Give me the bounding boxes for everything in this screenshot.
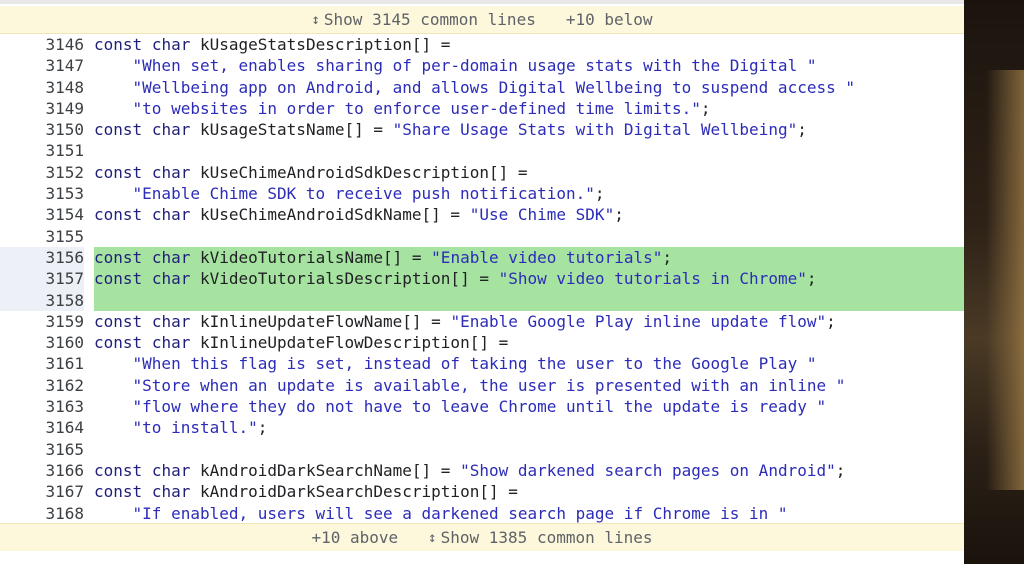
line-number: 3157: [0, 268, 84, 290]
line-number: 3156: [0, 246, 84, 269]
code-text: "When this flag is set, instead of takin…: [132, 354, 817, 374]
line-number: 3162: [45, 375, 84, 395]
line-number: 3165: [45, 439, 84, 459]
line-number: 3146: [45, 35, 84, 54]
code-line: 3161 "When this flag is set, instead of …: [0, 353, 964, 374]
code-line: 3165: [0, 439, 964, 460]
added-code-line: 3157 const char kVideoTutorialsDescriptio…: [0, 268, 964, 290]
divider: [0, 0, 964, 4]
line-number: 3155: [45, 226, 84, 246]
code-line: 3168 "If enabled, users will see a darke…: [0, 503, 964, 524]
code-line: 3167 const char kAndroidDarkSearchDescrip…: [0, 481, 964, 502]
line-number: 3168: [45, 503, 84, 523]
code-text: "If enabled, users will see a darkened s…: [132, 503, 788, 523]
show-common-lines-button[interactable]: ↕ Show 3145 common lines: [311, 10, 535, 29]
line-number: 3163: [45, 397, 84, 417]
line-number: 3154: [45, 205, 84, 225]
code-line: 3147 "When set, enables sharing of per-d…: [0, 55, 964, 76]
line-number: 3153: [45, 184, 84, 204]
added-code-line: 3158: [0, 289, 964, 311]
code-text: const char kUseChimeAndroidSdkDescriptio…: [94, 162, 528, 182]
code-text: "flow where they do not have to leave Ch…: [132, 397, 827, 417]
background-glow: [986, 70, 1024, 490]
line-number: 3148: [45, 77, 84, 97]
code-text: const char kUsageStatsDescription[] =: [94, 35, 451, 54]
code-text: "When set, enables sharing of per-domain…: [132, 56, 817, 76]
code-line: 3154 const char kUseChimeAndroidSdkName[]…: [0, 204, 964, 225]
line-number: 3161: [45, 354, 84, 374]
line-number: 3167: [45, 482, 84, 502]
show-common-lines-button-bottom[interactable]: ↕ Show 1385 common lines: [428, 528, 652, 547]
code-text: [94, 289, 964, 311]
code-text: const char kAndroidDarkSearchDescription…: [94, 482, 518, 502]
code-text: const char kVideoTutorialsDescription[] …: [94, 268, 964, 290]
added-code-line: 3156 const char kVideoTutorialsName[] = "…: [0, 246, 964, 269]
code-line: 3148 "Wellbeing app on Android, and allo…: [0, 77, 964, 98]
code-text: const char kInlineUpdateFlowDescription[…: [94, 333, 509, 353]
expand-bar-bottom: +10 above ↕ Show 1385 common lines: [0, 523, 964, 551]
line-number: 3151: [45, 141, 84, 161]
code-line: 3162 "Store when an update is available,…: [0, 375, 964, 396]
line-number: 3152: [45, 162, 84, 182]
expand-below-button[interactable]: +10 below: [566, 10, 653, 29]
code-line: 3152 const char kUseChimeAndroidSdkDescri…: [0, 162, 964, 183]
code-text: const char kUseChimeAndroidSdkName[] = "…: [94, 205, 624, 225]
expand-below-label: +10 below: [565, 10, 653, 29]
line-number: 3150: [45, 120, 84, 140]
code-text: "to websites in order to enforce user-de…: [132, 98, 711, 118]
line-number: 3159: [45, 311, 84, 331]
code-line: 3153 "Enable Chime SDK to receive push n…: [0, 183, 964, 204]
code-text: const char kVideoTutorialsName[] = "Enab…: [94, 246, 964, 269]
code-text: "Wellbeing app on Android, and allows Di…: [132, 77, 855, 97]
code-line: 3149 "to websites in order to enforce us…: [0, 98, 964, 119]
expand-above-label: +10 above: [311, 528, 399, 547]
code-text: const char kAndroidDarkSearchName[] = "S…: [94, 460, 846, 480]
code-line: 3155: [0, 226, 964, 247]
code-text: const char kUsageStatsName[] = "Share Us…: [94, 120, 807, 140]
unfold-icon: ↕: [428, 529, 437, 546]
code-line: 3160 const char kInlineUpdateFlowDescript…: [0, 332, 964, 353]
background-photo: [964, 0, 1024, 564]
code-text: "Store when an update is available, the …: [132, 375, 846, 395]
unfold-icon: ↕: [311, 11, 320, 28]
code-line: 3166 const char kAndroidDarkSearchName[] …: [0, 460, 964, 481]
code-line: 3159 const char kInlineUpdateFlowName[] =…: [0, 311, 964, 332]
line-number: 3149: [45, 98, 84, 118]
code-text: "Enable Chime SDK to receive push notifi…: [132, 184, 605, 204]
line-number: 3164: [45, 418, 84, 438]
line-number: 3160: [45, 333, 84, 353]
code-text: const char kInlineUpdateFlowName[] = "En…: [94, 311, 836, 331]
code-line: 3146 const char kUsageStatsDescription[] …: [0, 34, 964, 55]
code-line: 3163 "flow where they do not have to lea…: [0, 396, 964, 417]
code-lines: 3146 const char kUsageStatsDescription[] …: [0, 34, 964, 524]
line-number: 3147: [45, 56, 84, 76]
diff-viewer: ↕ Show 3145 common lines +10 below 3146 c…: [0, 0, 964, 564]
expand-bar-top: ↕ Show 3145 common lines +10 below: [0, 6, 964, 34]
expand-above-button[interactable]: +10 above: [311, 528, 398, 547]
show-common-lines-label-bottom: Show 1385 common lines: [440, 528, 653, 547]
show-common-lines-label: Show 3145 common lines: [323, 10, 536, 29]
code-text: "to install.";: [132, 418, 268, 438]
line-number: 3166: [45, 460, 84, 480]
code-line: 3151: [0, 140, 964, 161]
code-line: 3150 const char kUsageStatsName[] = "Shar…: [0, 119, 964, 140]
code-line: 3164 "to install.";: [0, 417, 964, 438]
line-number: 3158: [0, 289, 84, 311]
